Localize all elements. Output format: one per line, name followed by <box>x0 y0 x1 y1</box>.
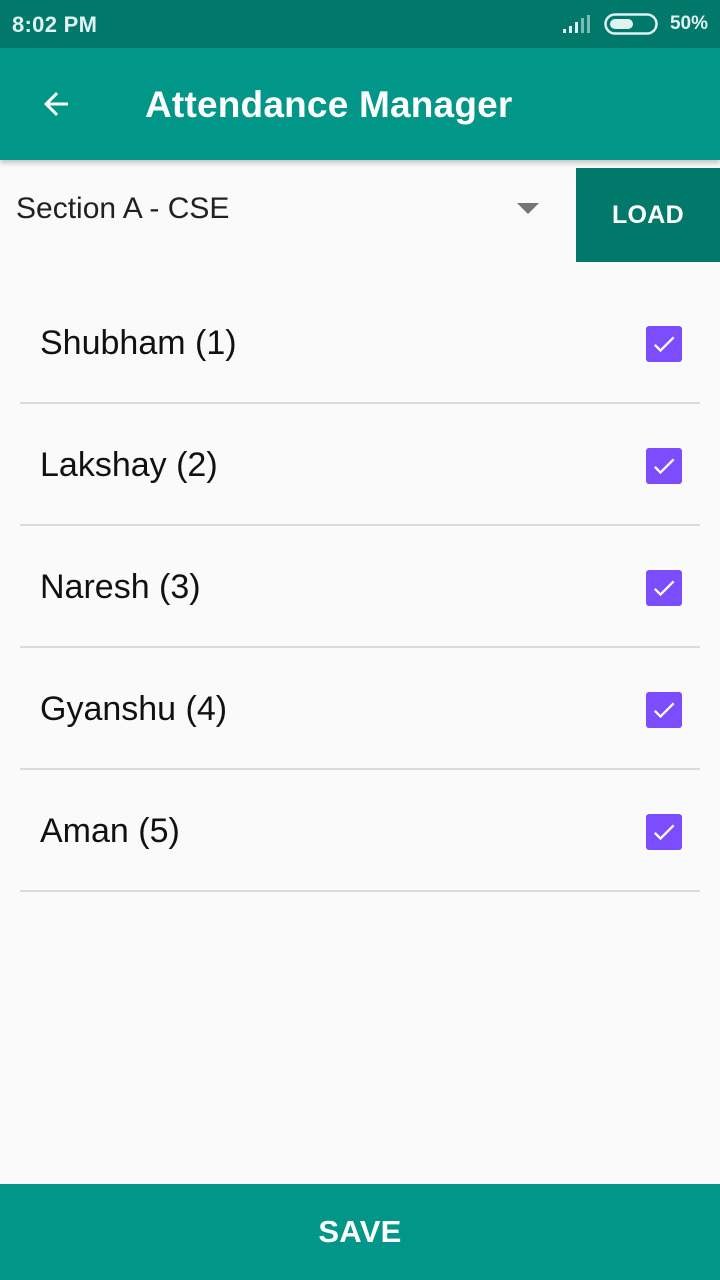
check-icon <box>653 336 675 353</box>
list-item[interactable]: Gyanshu (4) <box>20 648 700 770</box>
check-icon <box>653 824 675 841</box>
check-icon <box>653 702 675 719</box>
back-button[interactable] <box>26 74 86 134</box>
student-name: Aman (5) <box>40 812 180 850</box>
list-item[interactable]: Naresh (3) <box>20 526 700 648</box>
battery-percent: 50% <box>669 13 708 34</box>
arrow-back-icon <box>44 92 68 116</box>
save-button[interactable]: SAVE <box>0 1184 720 1280</box>
attendance-checkbox[interactable] <box>646 448 682 484</box>
student-name: Naresh (3) <box>40 568 201 606</box>
attendance-checkbox[interactable] <box>646 814 682 850</box>
attendance-checkbox[interactable] <box>646 326 682 362</box>
load-button[interactable]: LOAD <box>576 168 720 262</box>
student-name: Gyanshu (4) <box>40 690 228 728</box>
chevron-down-icon <box>517 203 539 214</box>
app-bar: Attendance Manager <box>0 48 720 160</box>
section-dropdown-value: Section A - CSE <box>16 192 230 225</box>
student-list: Shubham (1) Lakshay (2) Naresh (3) Gyans… <box>20 282 700 892</box>
student-name: Lakshay (2) <box>40 446 218 484</box>
attendance-checkbox[interactable] <box>646 570 682 606</box>
list-item[interactable]: Shubham (1) <box>20 282 700 404</box>
list-item[interactable]: Aman (5) <box>20 770 700 892</box>
student-name: Shubham (1) <box>40 324 237 362</box>
status-time: 8:02 PM <box>12 12 98 37</box>
list-item[interactable]: Lakshay (2) <box>20 404 700 526</box>
battery-icon <box>604 13 658 35</box>
attendance-checkbox[interactable] <box>646 692 682 728</box>
check-icon <box>653 580 675 597</box>
check-icon <box>653 458 675 475</box>
signal-icon <box>562 15 590 33</box>
page-title: Attendance Manager <box>145 84 513 125</box>
status-bar: 8:02 PM 50% <box>0 0 720 48</box>
section-dropdown[interactable]: Section A - CSE <box>0 168 560 252</box>
status-indicators: 50% <box>562 0 708 48</box>
